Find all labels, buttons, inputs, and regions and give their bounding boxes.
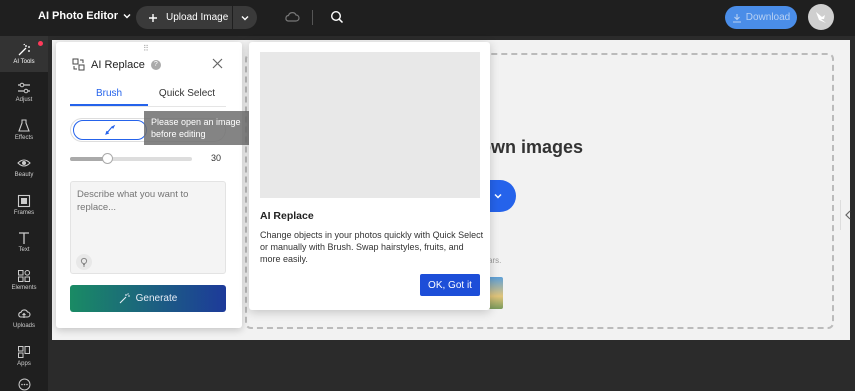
panel-header: AI Replace ? xyxy=(72,58,161,71)
elements-icon xyxy=(18,270,31,282)
brush-size-slider[interactable] xyxy=(70,153,192,164)
workspace-background xyxy=(48,342,855,391)
dropzone-title: own images xyxy=(480,137,584,157)
avatar[interactable] xyxy=(808,4,834,30)
beauty-icon xyxy=(17,159,31,167)
cloud-icon[interactable] xyxy=(284,10,300,24)
chevron-down-icon xyxy=(494,193,502,199)
ok-got-it-button[interactable]: OK, Got it xyxy=(420,274,480,296)
tab-brush[interactable]: Brush xyxy=(70,88,148,106)
feature-intro-card: AI Replace Change objects in your photos… xyxy=(249,42,490,310)
app-title-menu[interactable]: AI Photo Editor xyxy=(38,10,132,22)
dropzone-note: ars. xyxy=(488,256,502,265)
download-label: Download xyxy=(745,12,791,23)
toolbar-divider xyxy=(312,10,313,25)
uploads-icon xyxy=(18,309,31,318)
sidebar-item-label: Apps xyxy=(17,361,31,367)
effects-icon xyxy=(18,119,30,132)
notification-dot xyxy=(38,41,43,46)
download-button[interactable]: Download xyxy=(725,6,797,29)
sidebar-item-label: AI Tools xyxy=(13,59,35,65)
top-bar: AI Photo Editor Upload Image Download xyxy=(0,0,855,36)
sidebar-item-label: Uploads xyxy=(12,323,35,329)
tab-quick-select[interactable]: Quick Select xyxy=(148,88,226,106)
sidebar-item-label: Frames xyxy=(13,210,35,216)
sidebar-item-frames[interactable]: Frames xyxy=(0,187,48,223)
sidebar-item-uploads[interactable]: Uploads xyxy=(0,300,48,336)
feature-preview-image xyxy=(260,52,480,198)
sidebar-item-label: Effects xyxy=(14,135,34,141)
help-icon[interactable]: ? xyxy=(150,59,161,70)
tab-divider xyxy=(70,106,226,107)
app-title: AI Photo Editor xyxy=(38,10,119,22)
prompt-box xyxy=(70,181,226,274)
sidebar-item-adjust[interactable]: Adjust xyxy=(0,74,48,110)
bird-icon xyxy=(816,12,826,23)
upload-image-button[interactable]: Upload Image xyxy=(136,6,232,29)
text-icon xyxy=(19,232,29,244)
chevron-down-icon xyxy=(241,15,249,20)
generate-button[interactable]: Generate xyxy=(70,285,226,312)
ai-replace-panel: ⠿ AI Replace ? Brush Quick Select 30 Gen… xyxy=(56,42,242,328)
download-icon xyxy=(732,13,741,23)
brush-mode-button[interactable] xyxy=(73,120,147,140)
sidebar-item-text[interactable]: Text xyxy=(0,224,48,260)
magic-wand-icon xyxy=(119,293,130,304)
sidebar-item-beauty[interactable]: Beauty xyxy=(0,149,48,185)
brush-size-value: 30 xyxy=(211,153,222,163)
sidebar-item-elements[interactable]: Elements xyxy=(0,262,48,298)
sidebar-item-label: Elements xyxy=(11,285,37,291)
sidebar-item-effects[interactable]: Effects xyxy=(0,112,48,148)
upload-image-label: Upload Image xyxy=(166,12,229,23)
upload-options-button[interactable] xyxy=(233,6,257,29)
apps-icon xyxy=(18,346,30,358)
sidebar-item-label: Adjust xyxy=(15,97,33,103)
inspiration-button[interactable] xyxy=(76,254,92,270)
brush-icon xyxy=(105,124,116,135)
brush-size-knob[interactable] xyxy=(101,153,113,164)
search-icon[interactable] xyxy=(330,10,344,24)
chevron-down-icon xyxy=(123,14,131,19)
card-description: Change objects in your photos quickly wi… xyxy=(260,230,484,264)
ai-tools-icon xyxy=(18,43,30,56)
sidebar-item-label: Beauty xyxy=(14,172,34,178)
generate-label: Generate xyxy=(135,293,178,304)
upload-image-button-group: Upload Image xyxy=(136,6,257,29)
sidebar-item-label: Text xyxy=(18,247,30,253)
tooltip: Please open an image before editing xyxy=(144,111,263,145)
prompt-input[interactable] xyxy=(77,188,217,228)
chevron-left-icon xyxy=(845,210,851,220)
card-title: AI Replace xyxy=(260,210,314,222)
ai-replace-icon xyxy=(72,58,85,71)
frames-icon xyxy=(17,194,31,208)
close-icon[interactable] xyxy=(212,58,223,69)
panel-title: AI Replace xyxy=(91,58,145,71)
sidebar-item-apps[interactable]: Apps xyxy=(0,338,48,374)
drag-handle-icon[interactable]: ⠿ xyxy=(143,44,150,53)
sidebar: AI Tools Adjust Effects Beauty Frames Te… xyxy=(0,36,48,391)
lightbulb-icon xyxy=(80,257,88,267)
right-panel-toggle[interactable] xyxy=(840,200,855,230)
panel-tabs: Brush Quick Select xyxy=(70,88,226,106)
more-icon[interactable] xyxy=(18,378,31,391)
adjust-icon xyxy=(18,82,30,94)
plus-icon xyxy=(149,13,157,22)
